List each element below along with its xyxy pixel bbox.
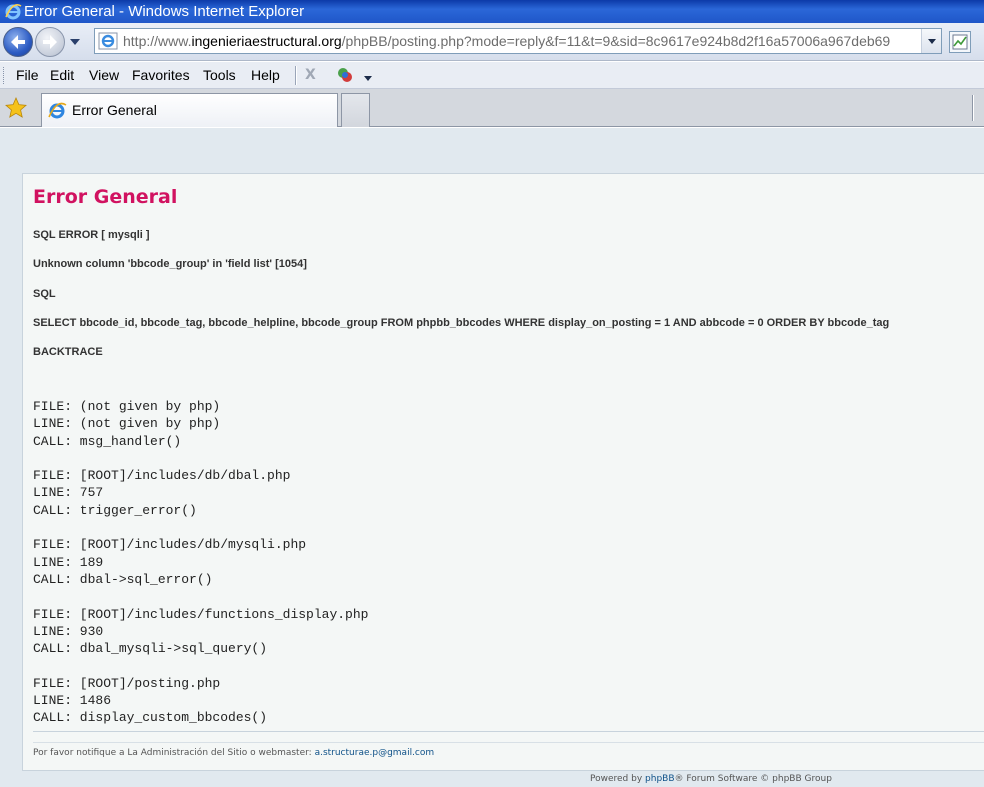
internet-explorer-icon xyxy=(47,101,67,124)
backtrace-entry: FILE: [ROOT]/includes/functions_display.… xyxy=(33,606,368,658)
chevron-down-icon[interactable] xyxy=(363,72,373,86)
menu-file[interactable]: File xyxy=(16,67,39,83)
back-button[interactable] xyxy=(3,27,33,57)
address-field[interactable]: http://www.ingenieriaestructural.org/php… xyxy=(94,28,942,54)
divider xyxy=(33,731,984,732)
url-prefix: http://www. xyxy=(123,33,192,49)
tab-row-separator xyxy=(972,95,974,121)
menu-view[interactable]: View xyxy=(89,67,119,83)
admin-notice-text: Por favor notifique a La Administración … xyxy=(33,748,315,758)
sql-error-label: SQL ERROR [ mysqli ] xyxy=(33,229,150,241)
compatibility-view-button[interactable] xyxy=(949,31,971,53)
backtrace-file: FILE: [ROOT]/includes/db/mysqli.php xyxy=(33,537,307,553)
favorites-star-icon[interactable] xyxy=(4,96,28,123)
menu-help[interactable]: Help xyxy=(251,67,280,83)
chevron-down-icon xyxy=(70,39,80,45)
backtrace-line: LINE: 1486 xyxy=(33,693,112,709)
backtrace-list: FILE: (not given by php) LINE: (not give… xyxy=(33,398,368,727)
backtrace-entry: FILE: (not given by php) LINE: (not give… xyxy=(33,398,368,450)
page-viewport: Error General SQL ERROR [ mysqli ] Unkno… xyxy=(0,128,984,787)
backtrace-call: CALL: dbal->sql_error() xyxy=(33,571,213,587)
backtrace-line: LINE: 189 xyxy=(33,554,104,570)
window-title-bar: Error General - Windows Internet Explore… xyxy=(0,0,984,23)
back-arrow-icon xyxy=(11,35,25,49)
backtrace-call: CALL: trigger_error() xyxy=(33,502,197,518)
sql-label: SQL xyxy=(33,288,56,300)
backtrace-entry: FILE: [ROOT]/includes/db/dbal.php LINE: … xyxy=(33,467,368,519)
forward-button[interactable] xyxy=(35,27,65,57)
url-text[interactable]: http://www.ingenieriaestructural.org/php… xyxy=(123,33,913,49)
backtrace-file: FILE: [ROOT]/includes/db/dbal.php xyxy=(33,468,291,484)
window-title: Error General - Windows Internet Explore… xyxy=(24,3,305,20)
url-domain: ingenieriaestructural.org xyxy=(191,33,342,49)
footer-prefix: Powered by xyxy=(590,774,646,784)
tab-bar: Error General xyxy=(0,89,984,127)
backtrace-line: LINE: 757 xyxy=(33,485,104,501)
backtrace-call: CALL: display_custom_bbcodes() xyxy=(33,710,268,726)
page-title: Error General xyxy=(33,186,178,208)
backtrace-line: LINE: 930 xyxy=(33,623,104,639)
backtrace-file: FILE: [ROOT]/includes/functions_display.… xyxy=(33,606,369,622)
navigation-bar: http://www.ingenieriaestructural.org/php… xyxy=(0,23,984,61)
internet-explorer-icon xyxy=(4,3,22,24)
address-dropdown-button[interactable] xyxy=(921,29,941,53)
phpbb-link[interactable]: phpBB xyxy=(645,774,674,784)
chevron-down-icon xyxy=(927,39,936,44)
divider xyxy=(33,742,984,743)
backtrace-label: BACKTRACE xyxy=(33,346,103,358)
recent-pages-dropdown[interactable] xyxy=(68,36,82,48)
forward-arrow-icon xyxy=(43,35,57,49)
tab-error-general[interactable]: Error General xyxy=(41,93,338,127)
backtrace-entry: FILE: [ROOT]/posting.php LINE: 1486 CALL… xyxy=(33,675,368,727)
webmaster-email-link[interactable]: a.structurae.p@gmail.com xyxy=(315,748,435,758)
backtrace-entry: FILE: [ROOT]/includes/db/mysqli.php LINE… xyxy=(33,536,368,588)
error-panel: Error General SQL ERROR [ mysqli ] Unkno… xyxy=(22,173,984,771)
backtrace-file: FILE: (not given by php) xyxy=(33,399,221,414)
menu-edit[interactable]: Edit xyxy=(50,67,74,83)
admin-notice: Por favor notifique a La Administración … xyxy=(33,748,434,758)
menu-separator xyxy=(295,66,297,85)
toolbar-grip xyxy=(3,67,6,84)
new-tab-button[interactable] xyxy=(341,93,370,127)
tab-title: Error General xyxy=(72,102,157,118)
menu-tools[interactable]: Tools xyxy=(203,67,236,83)
url-path: /phpBB/posting.php?mode=reply&f=11&t=9&s… xyxy=(341,33,891,49)
compatibility-view-icon xyxy=(952,34,968,50)
translate-icon[interactable] xyxy=(336,66,354,84)
menu-bar: File Edit View Favorites Tools Help X xyxy=(0,62,984,89)
backtrace-call: CALL: msg_handler() xyxy=(33,433,182,449)
menu-favorites[interactable]: Favorites xyxy=(132,67,190,83)
sql-query: SELECT bbcode_id, bbcode_tag, bbcode_hel… xyxy=(33,317,890,329)
powered-by-footer: Powered by phpBB® Forum Software © phpBB… xyxy=(590,774,832,784)
footer-suffix: ® Forum Software © phpBB Group xyxy=(674,774,832,784)
backtrace-call: CALL: dbal_mysqli->sql_query() xyxy=(33,641,268,657)
error-message: Unknown column 'bbcode_group' in 'field … xyxy=(33,258,307,270)
stop-icon[interactable]: X xyxy=(305,67,316,83)
backtrace-line: LINE: (not given by php) xyxy=(33,416,221,432)
page-icon xyxy=(98,32,118,53)
backtrace-file: FILE: [ROOT]/posting.php xyxy=(33,675,221,691)
